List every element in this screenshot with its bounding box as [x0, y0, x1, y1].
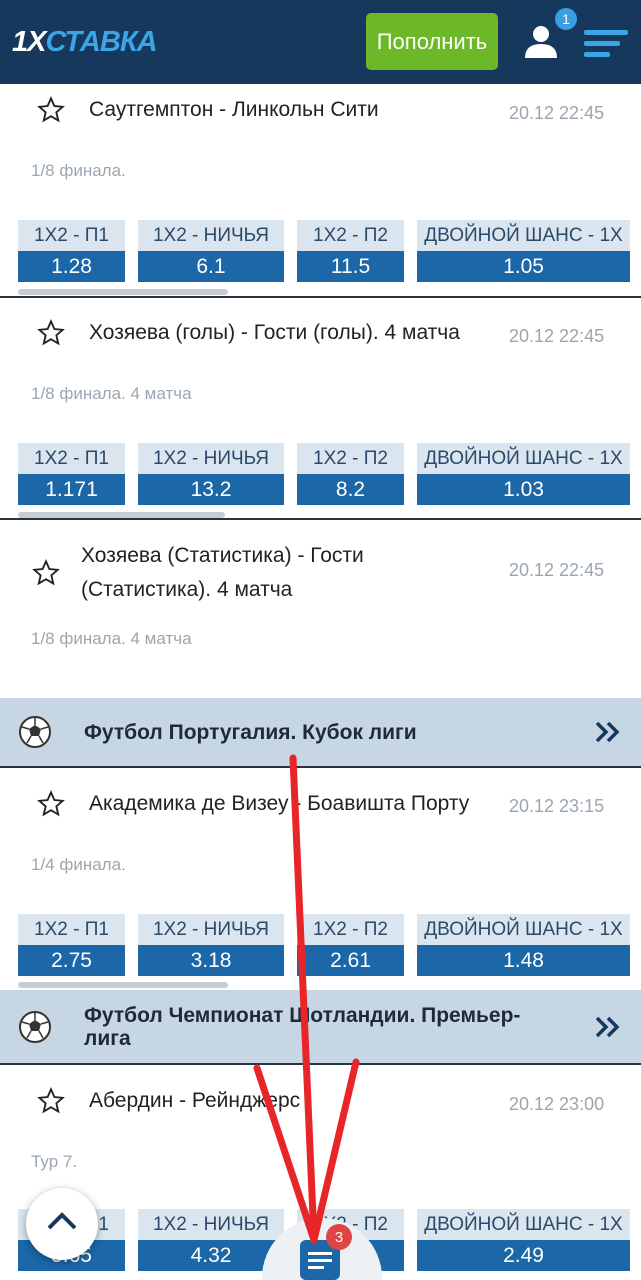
match-card[interactable]: Академика де Визеу - Боавишта Порту 20.1… — [0, 768, 641, 990]
match-time: 20.12 22:45 — [509, 326, 605, 346]
soccer-ball-icon — [19, 716, 51, 748]
odds-row: 1X2 - П1 1.171 1X2 - НИЧЬЯ 13.2 1X2 - П2 8.… — [0, 443, 641, 505]
deposit-button[interactable]: Пополнить — [366, 13, 498, 70]
match-time: 20.12 23:15 — [509, 796, 605, 816]
brand-logo[interactable]: 1XСТАВКА — [12, 26, 158, 59]
match-teams: Саутгемптон - Линкольн Сити — [89, 98, 379, 121]
league-header[interactable]: Футбол Чемпионат Шотландии. Премьер-лига — [0, 990, 641, 1064]
odd-button[interactable]: 1X2 - НИЧЬЯ 4.32 — [138, 1209, 284, 1271]
match-card[interactable]: Саутгемптон - Линкольн Сити 20.12 22:45 … — [0, 84, 641, 298]
double-chevron-right-icon[interactable] — [594, 720, 622, 744]
league-name: Футбол Чемпионат Шотландии. Премьер-лига — [84, 1004, 521, 1050]
odd-button[interactable]: 1X2 - НИЧЬЯ 6.1 — [138, 220, 284, 282]
league-header[interactable]: Футбол Португалия. Кубок лиги — [0, 698, 641, 766]
odd-button[interactable]: 1X2 - П2 11.5 — [297, 220, 404, 282]
hamburger-menu-icon[interactable] — [584, 28, 628, 60]
user-icon[interactable] — [522, 22, 560, 60]
match-time: 20.12 22:45 — [509, 103, 605, 123]
odd-button[interactable]: 1X2 - П2 2.61 — [297, 914, 404, 976]
odd-button[interactable]: ДВОЙНОЙ ШАНС - 1X 1.03 — [417, 443, 630, 505]
odd-button[interactable]: 1X2 - П1 1.171 — [18, 443, 125, 505]
odds-scrollbar[interactable] — [18, 289, 228, 295]
notification-badge: 1 — [555, 8, 577, 30]
top-bar: 1XСТАВКА Пополнить 1 — [0, 0, 641, 84]
match-card[interactable]: Хозяева (Статистика) - Гости (Статистика)… — [0, 520, 641, 698]
match-stage: 1/8 финала. 4 матча — [31, 384, 192, 403]
match-teams: Хозяева (голы) - Гости (голы). 4 матча — [89, 321, 460, 344]
favorite-star-icon[interactable] — [37, 319, 65, 347]
match-teams: Академика де Визеу - Боавишта Порту — [89, 792, 470, 815]
favorite-star-icon[interactable] — [32, 559, 60, 587]
odd-button[interactable]: 1X2 - П1 2.75 — [18, 914, 125, 976]
odd-button[interactable]: 1X2 - П2 8.2 — [297, 443, 404, 505]
soccer-ball-icon — [19, 1011, 51, 1043]
odd-button[interactable]: 1X2 - НИЧЬЯ 3.18 — [138, 914, 284, 976]
match-teams: Хозяева (Статистика) - Гости (Статистика)… — [81, 544, 364, 601]
odd-button[interactable]: ДВОЙНОЙ ШАНС - 1X 1.48 — [417, 914, 630, 976]
favorite-star-icon[interactable] — [37, 790, 65, 818]
double-chevron-right-icon[interactable] — [594, 1015, 622, 1039]
match-stage: 1/8 финала. 4 матча — [31, 629, 192, 648]
match-stage: Тур 7. — [31, 1152, 78, 1171]
league-name: Футбол Португалия. Кубок лиги — [84, 721, 417, 744]
favorite-star-icon[interactable] — [37, 1087, 65, 1115]
match-stage: 1/8 финала. — [31, 161, 126, 180]
odd-button[interactable]: 1X2 - П1 1.28 — [18, 220, 125, 282]
odd-button[interactable]: 1X2 - НИЧЬЯ 13.2 — [138, 443, 284, 505]
scroll-to-top-button[interactable] — [26, 1188, 98, 1260]
match-time: 20.12 22:45 — [509, 560, 605, 580]
match-teams: Абердин - Рейнджерс — [89, 1089, 301, 1112]
bet-slip-count-badge: 3 — [326, 1224, 352, 1250]
odds-scrollbar[interactable] — [18, 982, 228, 988]
match-card[interactable]: Хозяева (голы) - Гости (голы). 4 матча 2… — [0, 298, 641, 518]
odd-button[interactable]: ДВОЙНОЙ ШАНС - 1X 2.49 — [417, 1209, 630, 1271]
chevron-up-icon — [47, 1212, 77, 1230]
match-stage: 1/4 финала. — [31, 855, 126, 874]
match-time: 20.12 23:00 — [509, 1094, 605, 1114]
odds-row: 1X2 - П1 1.28 1X2 - НИЧЬЯ 6.1 1X2 - П2 11.5… — [0, 220, 641, 282]
favorite-star-icon[interactable] — [37, 96, 65, 124]
odd-button[interactable]: ДВОЙНОЙ ШАНС - 1X 1.05 — [417, 220, 630, 282]
odds-row: 1X2 - П1 2.75 1X2 - НИЧЬЯ 3.18 1X2 - П2 2.6… — [0, 914, 641, 976]
